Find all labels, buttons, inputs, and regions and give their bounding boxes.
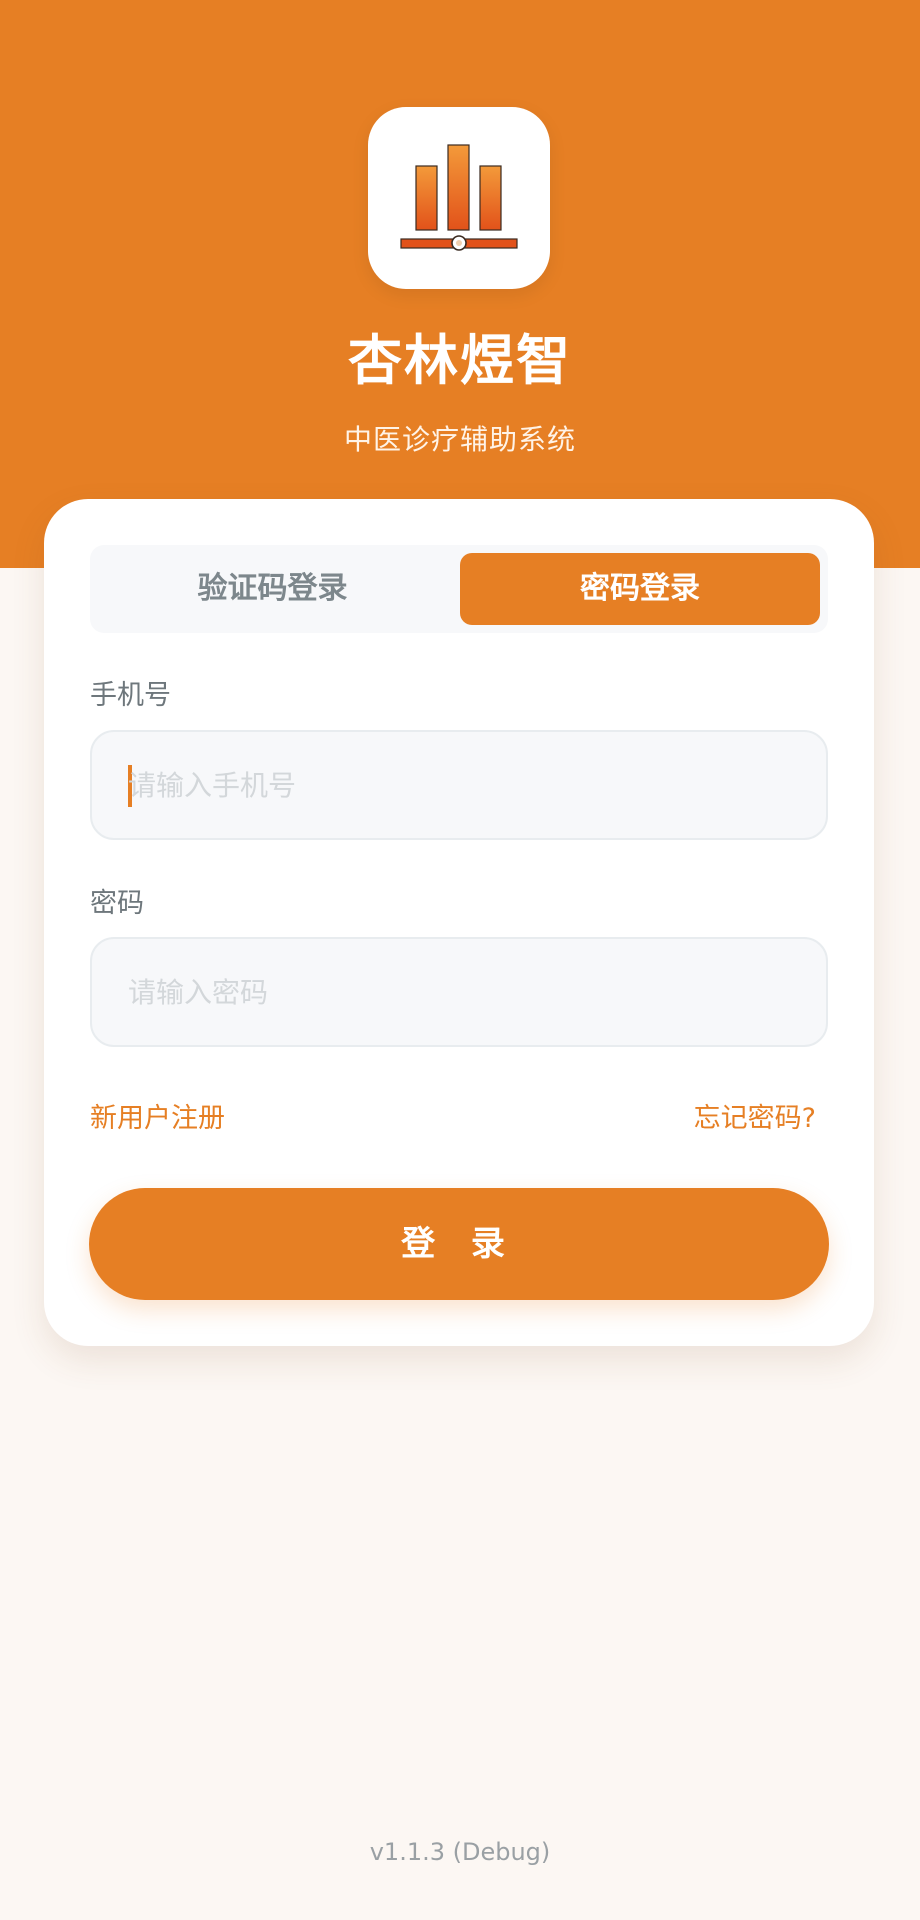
- login-card: 验证码登录 密码登录 手机号 密码 新用户注册 忘记密码? 登 录: [44, 499, 874, 1346]
- app-name: 杏林煜智: [348, 329, 572, 392]
- version-label: v1.1.3 (Debug): [369, 1838, 551, 1866]
- login-button[interactable]: 登 录: [89, 1188, 829, 1300]
- bar-chart-icon: [400, 144, 518, 251]
- app-subtitle: 中医诊疗辅助系统: [343, 423, 576, 456]
- forgot-password-link[interactable]: 忘记密码?: [694, 1096, 816, 1135]
- tab-sms-login[interactable]: 验证码登录: [98, 553, 447, 625]
- app-logo: [368, 107, 550, 289]
- phone-field-container: [90, 730, 828, 840]
- phone-label: 手机号: [90, 680, 171, 711]
- password-label: 密码: [90, 888, 144, 919]
- password-input[interactable]: [128, 939, 788, 1045]
- tab-password-login[interactable]: 密码登录: [460, 553, 820, 625]
- register-link[interactable]: 新用户注册: [90, 1096, 225, 1135]
- login-mode-tabs: 验证码登录 密码登录: [90, 545, 828, 633]
- phone-input[interactable]: [128, 732, 788, 838]
- password-field-container: [90, 937, 828, 1047]
